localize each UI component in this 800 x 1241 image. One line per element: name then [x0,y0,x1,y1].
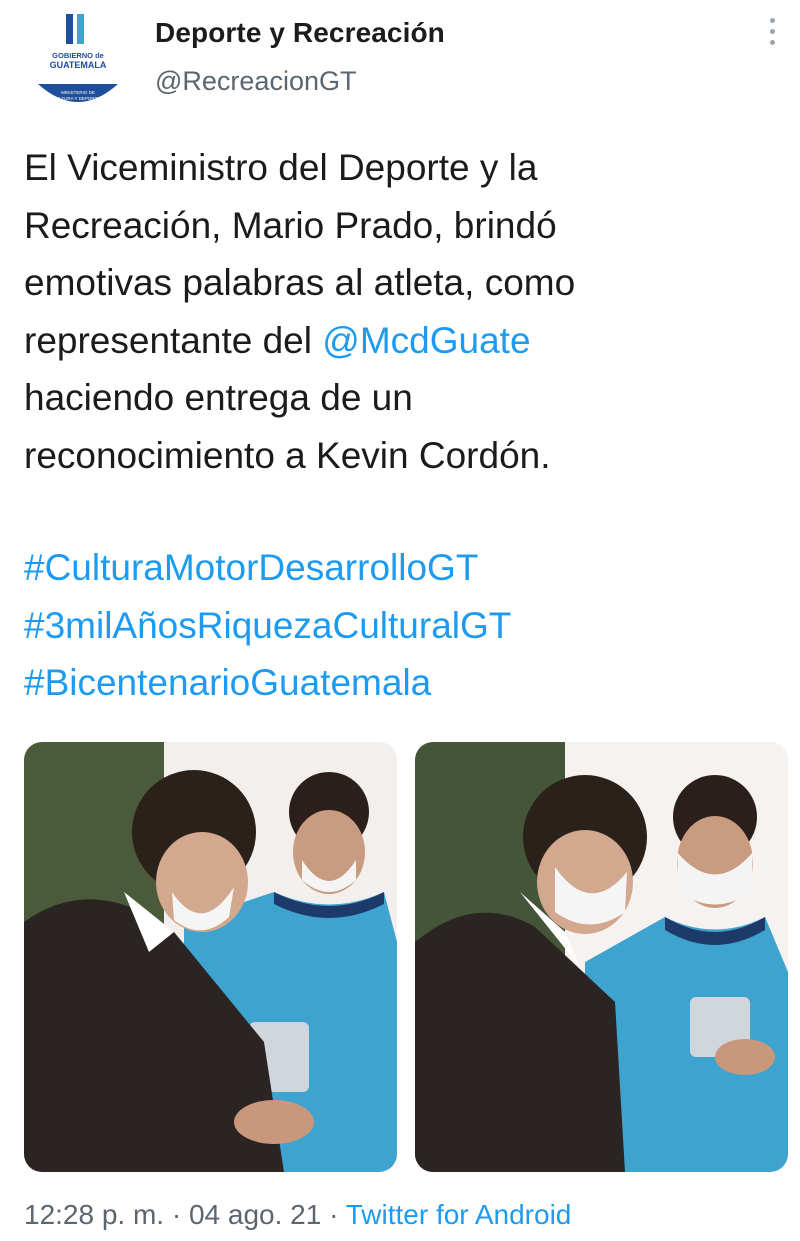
mention-link[interactable]: @McdGuate [322,320,530,361]
user-handle[interactable]: @RecreacionGT [155,66,356,97]
separator: · [164,1199,189,1230]
hashtag-link[interactable]: #BicentenarioGuatemala [24,654,511,712]
government-logo-icon: GOBIERNO de GUATEMALA MINISTERIO DE CULT… [38,14,118,102]
tweet-text: El Viceministro del Deporte y la Recreac… [24,139,784,484]
tweet-date: 04 ago. 21 [188,1199,322,1230]
tweet-photo-2[interactable] [415,742,788,1172]
tweet-metadata: 12:28 p. m. · 04 ago. 21 · Twitter for A… [24,1199,571,1231]
tweet-line: representante del @McdGuate [24,312,784,370]
source-link[interactable]: Twitter for Android [346,1199,572,1230]
svg-text:MINISTERIO DE: MINISTERIO DE [61,90,95,95]
tweet-header: GOBIERNO de GUATEMALA MINISTERIO DE CULT… [0,0,800,130]
tweet-line: emotivas palabras al atleta, como [24,262,576,303]
more-options-icon[interactable] [760,18,784,52]
hashtag-list: #CulturaMotorDesarrolloGT #3milAñosRique… [24,539,511,712]
svg-text:CULTURA Y DEPORTES: CULTURA Y DEPORTES [53,96,104,101]
award-photo-image [24,742,397,1172]
display-name[interactable]: Deporte y Recreación [155,17,445,49]
separator: · [321,1199,346,1230]
svg-text:GUATEMALA: GUATEMALA [50,60,107,70]
award-photo-image [415,742,788,1172]
tweet-photo-1[interactable] [24,742,397,1172]
tweet-line: Recreación, Mario Prado, brindó [24,204,557,246]
tweet-line: reconocimiento a Kevin Cordón. [24,434,551,476]
svg-text:GOBIERNO de: GOBIERNO de [52,51,104,60]
tweet-line: El Viceministro del Deporte y la [24,147,538,188]
hashtag-link[interactable]: #CulturaMotorDesarrolloGT [24,539,511,597]
tweet-line: haciendo entrega de un [24,377,413,418]
hashtag-link[interactable]: #3milAñosRiquezaCulturalGT [24,597,511,655]
tweet-time: 12:28 p. m. [24,1199,165,1230]
tweet-line-text: representante del [24,319,323,361]
avatar[interactable]: GOBIERNO de GUATEMALA MINISTERIO DE CULT… [24,8,132,116]
